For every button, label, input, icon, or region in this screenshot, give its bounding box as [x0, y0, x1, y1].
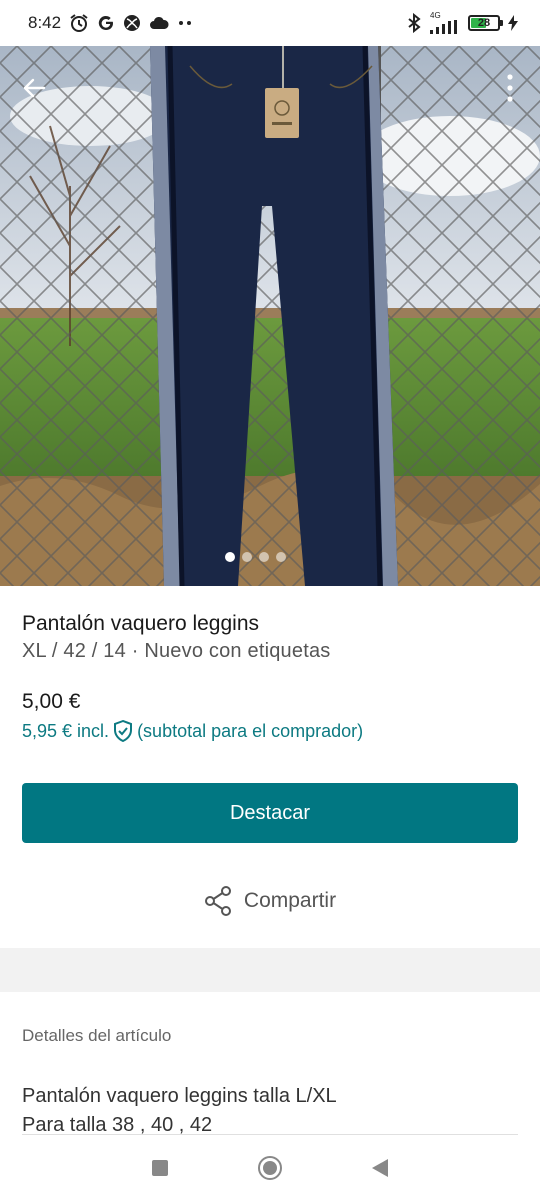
divider — [22, 1134, 518, 1135]
battery-icon: 28 — [468, 15, 503, 31]
cloud-icon — [149, 16, 169, 30]
status-bar: 8:42 4G 28 — [0, 0, 540, 46]
home-button[interactable] — [258, 1156, 282, 1180]
alarm-icon — [69, 13, 89, 33]
share-label: Compartir — [243, 889, 337, 912]
description-line: Pantalón vaquero leggins talla L/XL — [22, 1085, 337, 1107]
pagination-dot-2[interactable] — [241, 552, 252, 562]
item-title: Pantalón vaquero leggins — [22, 612, 260, 635]
buyer-price-info[interactable]: 5,95 € incl. (subtotal para el comprador… — [22, 720, 363, 742]
item-size-condition: XL / 42 / 14 · Nuevo con etiquetas — [22, 640, 331, 662]
share-icon — [204, 886, 231, 916]
product-image-gallery[interactable] — [0, 46, 540, 586]
recents-button[interactable] — [152, 1160, 168, 1176]
clock: 8:42 — [28, 13, 62, 32]
battery-level: 28 — [477, 17, 491, 29]
system-back-button[interactable] — [372, 1159, 388, 1177]
signal-icon: 4G — [430, 12, 460, 34]
price-incl-note: (subtotal para el comprador) — [137, 720, 364, 741]
xbox-icon — [123, 14, 141, 32]
network-type: 4G — [430, 11, 441, 20]
more-options-button[interactable] — [498, 68, 522, 108]
google-icon — [97, 14, 115, 32]
item-price: 5,00 € — [22, 690, 81, 713]
back-button[interactable] — [14, 68, 54, 108]
pagination-dot-3[interactable] — [258, 552, 269, 562]
item-description: Pantalón vaquero leggins talla L/XL Para… — [22, 1082, 337, 1140]
more-notifications-icon — [177, 20, 195, 26]
product-photo — [0, 46, 540, 586]
charging-icon — [508, 15, 518, 31]
share-button[interactable]: Compartir — [0, 886, 540, 916]
bluetooth-icon — [406, 13, 422, 33]
pagination-dot-1[interactable] — [224, 552, 235, 562]
system-nav-bar — [0, 1136, 540, 1200]
arrow-left-icon — [23, 78, 46, 98]
gallery-pagination — [0, 552, 540, 562]
shield-check-icon — [114, 720, 133, 742]
promote-button[interactable]: Destacar — [22, 783, 518, 843]
price-incl: 5,95 € incl. — [22, 720, 110, 741]
more-vertical-icon — [507, 74, 513, 102]
section-divider — [0, 948, 540, 992]
pagination-dot-4[interactable] — [275, 552, 286, 562]
details-heading: Detalles del artículo — [22, 1026, 172, 1045]
